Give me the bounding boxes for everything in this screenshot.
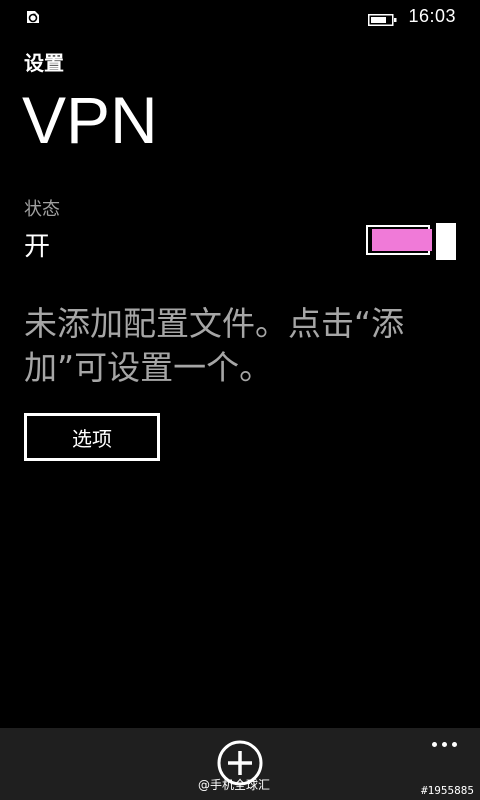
page-title: VPN bbox=[22, 83, 158, 157]
status-label: 状态 bbox=[24, 199, 60, 220]
more-icon[interactable] bbox=[424, 734, 464, 754]
watermark-id: #1955885 bbox=[421, 784, 474, 797]
empty-profile-message: 未添加配置文件。点击“添加”可设置一个。 bbox=[24, 304, 405, 387]
sync-icon bbox=[24, 8, 42, 26]
more-dot bbox=[442, 742, 447, 747]
toggle-thumb[interactable] bbox=[436, 223, 456, 260]
status-bar: 16:03 bbox=[0, 0, 480, 34]
more-dot bbox=[432, 742, 437, 747]
toggle-fill bbox=[372, 229, 432, 251]
watermark-handle: @手机全球汇 bbox=[198, 778, 271, 792]
battery-icon bbox=[368, 11, 398, 26]
clock: 16:03 bbox=[408, 6, 456, 26]
more-dot bbox=[452, 742, 457, 747]
app-title: 设置 bbox=[24, 51, 64, 75]
vpn-toggle-switch[interactable] bbox=[366, 223, 456, 260]
status-value: 开 bbox=[24, 232, 51, 262]
options-button[interactable]: 选项 bbox=[24, 413, 160, 461]
